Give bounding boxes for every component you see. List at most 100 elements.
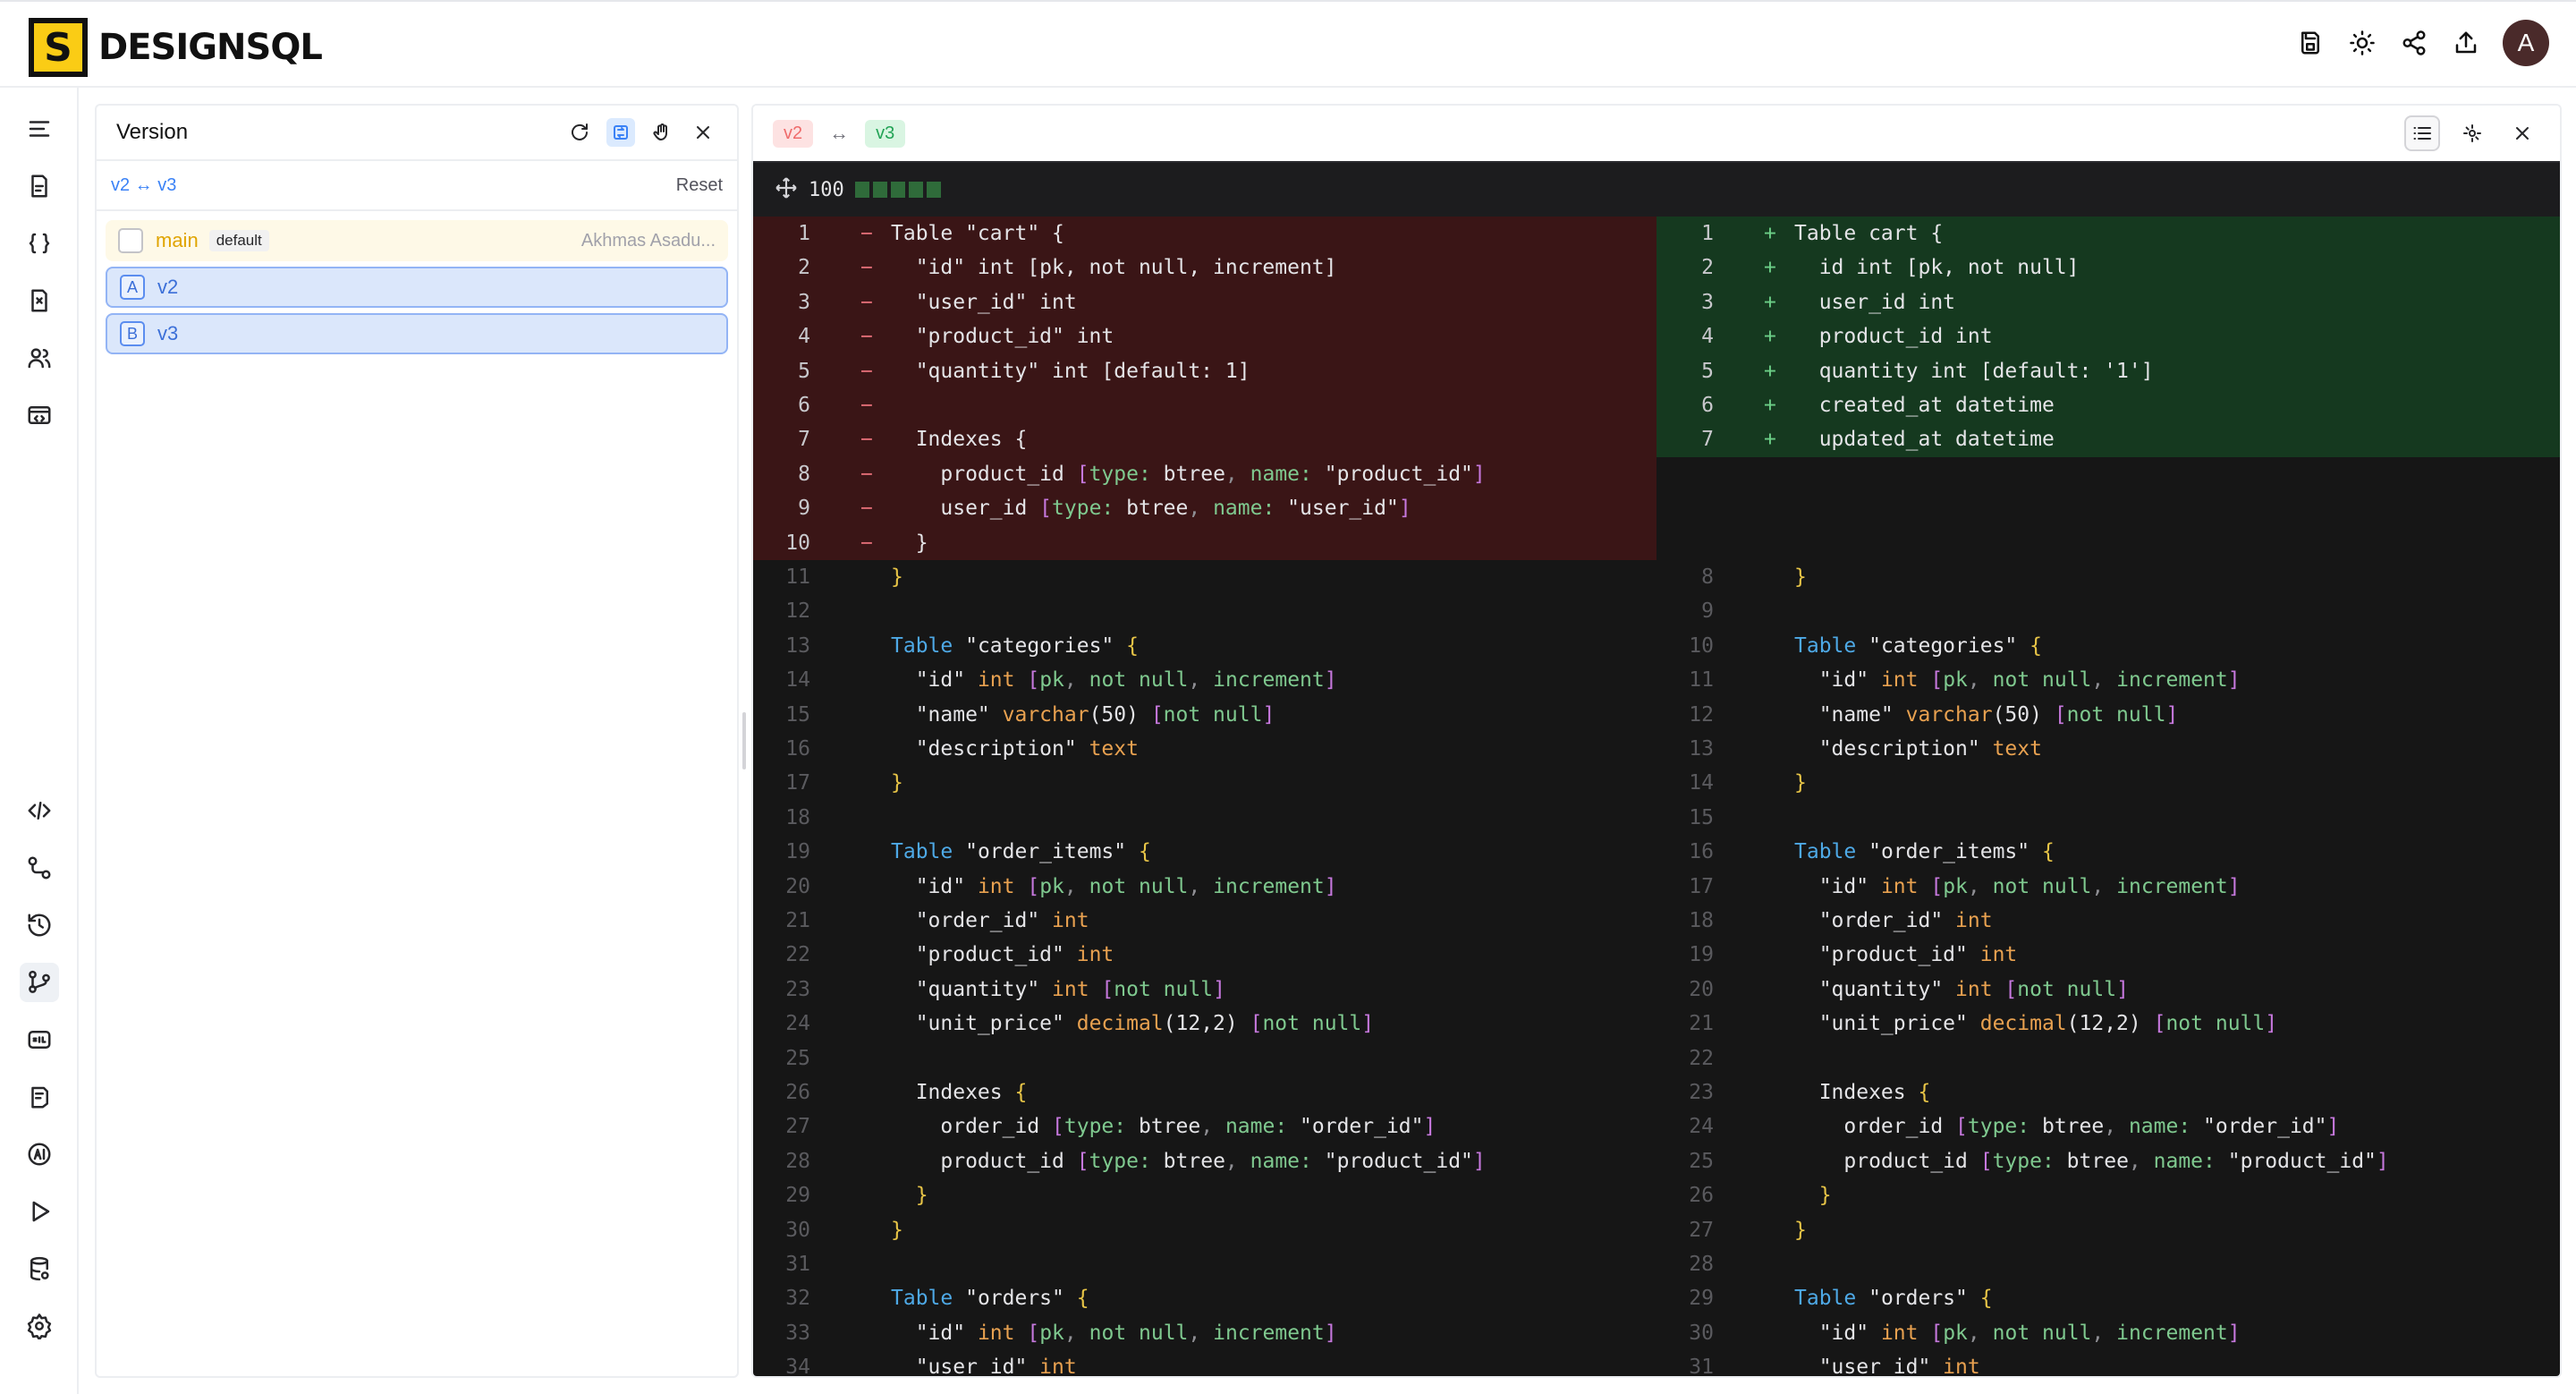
notes-icon[interactable] (20, 1077, 59, 1117)
line-number: 4 (798, 325, 810, 349)
code-text: Table "categories" { (1794, 633, 2042, 658)
code-line: 27} (1657, 1213, 2560, 1247)
code-line: 30} (753, 1213, 1657, 1247)
line-number: 22 (1689, 1046, 1714, 1070)
history-icon[interactable] (20, 905, 59, 945)
version-list: main default Akhmas Asadu... A v2 B v3 (97, 211, 737, 369)
list-view-icon[interactable] (2404, 115, 2440, 151)
code-line: 19 Table "order_items" { (753, 835, 1657, 869)
sql-icon[interactable] (20, 1020, 59, 1059)
selection-badge-a[interactable]: A (120, 275, 145, 300)
zoom-level[interactable]: 100 (809, 179, 844, 201)
line-number: 31 (1689, 1356, 1714, 1378)
added-line: 5 + quantity int [default: '1'] (1657, 353, 2560, 388)
line-number: 29 (1689, 1287, 1714, 1311)
compare-arrow: ↔ (829, 122, 850, 144)
code-text: "product_id" int (891, 943, 1114, 967)
api-icon[interactable] (20, 395, 59, 435)
code-line: 29 } (753, 1178, 1657, 1212)
line-number: 4 (1701, 325, 1714, 349)
line-number: 30 (785, 1218, 810, 1242)
code-line: 21 "order_id" int (753, 904, 1657, 938)
share-icon[interactable] (2399, 28, 2429, 58)
line-number: 14 (785, 668, 810, 693)
version-icon[interactable] (20, 963, 59, 1002)
version-item-v3[interactable]: B v3 (106, 313, 728, 354)
hand-icon[interactable] (648, 118, 676, 147)
close-icon[interactable] (689, 118, 717, 147)
line-number: 12 (785, 599, 810, 624)
selection-badge-b[interactable]: B (120, 321, 145, 346)
logo-mark: S (29, 18, 88, 77)
code-line: 17} (753, 766, 1657, 800)
added-line: 7 + updated_at datetime (1657, 422, 2560, 457)
line-number: 7 (798, 428, 810, 452)
panel-resize-handle[interactable] (742, 712, 746, 769)
code-line: 31 "user_id" int (1657, 1350, 2560, 1378)
diff-marker: + (1764, 394, 1776, 417)
code-text: user_id int (1794, 290, 1956, 314)
code-text: "description" text (1794, 737, 2042, 761)
from-version-tag: v2 (773, 119, 814, 148)
theme-sun-icon[interactable] (2347, 28, 2377, 58)
refresh-icon[interactable] (565, 118, 594, 147)
play-icon[interactable] (20, 1192, 59, 1231)
code-line: 26 } (1657, 1178, 2560, 1212)
line-number: 34 (785, 1356, 810, 1378)
code-line: 32 Table "orders" { (753, 1281, 1657, 1315)
version-name: main (156, 229, 199, 251)
code-line: 9 (1657, 594, 2560, 628)
database-icon[interactable] (20, 1249, 59, 1288)
code-text: "description" text (891, 737, 1139, 761)
code-line: 15 (1657, 801, 2560, 835)
move-icon[interactable] (775, 176, 798, 204)
diff-pane-left[interactable]: 1− Table "cart" {2− "id" int [pk, not nul… (753, 217, 1657, 1378)
diagram-view-icon[interactable] (2454, 115, 2490, 151)
code-line: 22 (1657, 1041, 2560, 1075)
save-icon[interactable] (2295, 28, 2326, 58)
close-diff-icon[interactable] (2504, 115, 2540, 151)
version-panel-title: Version (116, 120, 189, 144)
code-text: "id" int [pk, not null, increment] (891, 256, 1337, 280)
line-number: 18 (1689, 909, 1714, 932)
settings-icon[interactable] (20, 1306, 59, 1346)
code-text: } (891, 531, 928, 555)
version-item-main[interactable]: main default Akhmas Asadu... (106, 220, 728, 261)
compare-label: v2 ↔ v3 (111, 174, 177, 195)
code-text: Indexes { (891, 1081, 1028, 1104)
diff-marker: − (860, 256, 873, 280)
line-number: 15 (785, 702, 810, 727)
line-number: 29 (785, 1184, 810, 1208)
ai-icon[interactable] (20, 1135, 59, 1174)
zoom-slider[interactable] (854, 182, 941, 198)
diff-pane-right[interactable]: 1 + Table cart {2 + id int [pk, not null] 3 +… (1657, 217, 2560, 1378)
export-icon[interactable] (2451, 28, 2481, 58)
reset-button[interactable]: Reset (676, 175, 723, 196)
users-icon[interactable] (20, 338, 59, 378)
line-number: 6 (1701, 394, 1714, 417)
version-checkbox[interactable] (118, 228, 143, 253)
code-text: "order_id" int (891, 909, 1089, 932)
avatar[interactable]: A (2503, 20, 2549, 66)
menu-icon[interactable] (20, 109, 59, 149)
version-item-v2[interactable]: A v2 (106, 267, 728, 308)
code-icon[interactable] (20, 791, 59, 830)
diagram-icon[interactable] (20, 281, 59, 320)
code-line: 25 product_id [type: btree, name: "produ… (1657, 1144, 2560, 1178)
deleted-line: 3 − "user_id" int (753, 285, 1657, 320)
code-text: product_id int (1794, 325, 1993, 349)
logo[interactable]: S DESIGNSQL (29, 18, 323, 77)
code-text: Table "orders" { (1794, 1287, 1993, 1311)
braces-icon[interactable] (20, 224, 59, 263)
line-number: 8 (1701, 565, 1714, 589)
diff-panel-actions (2404, 115, 2540, 151)
code-line: 14 "id" int [pk, not null, increment] (753, 663, 1657, 697)
code-text: "product_id" int (1794, 943, 2018, 967)
code-line: 28 (1657, 1247, 2560, 1281)
compare-icon[interactable] (606, 118, 635, 147)
schema-icon[interactable] (20, 166, 59, 206)
code-text: order_id [type: btree, name: "order_id"] (891, 1115, 1436, 1139)
relations-icon[interactable] (20, 848, 59, 888)
line-number: 11 (785, 565, 810, 589)
